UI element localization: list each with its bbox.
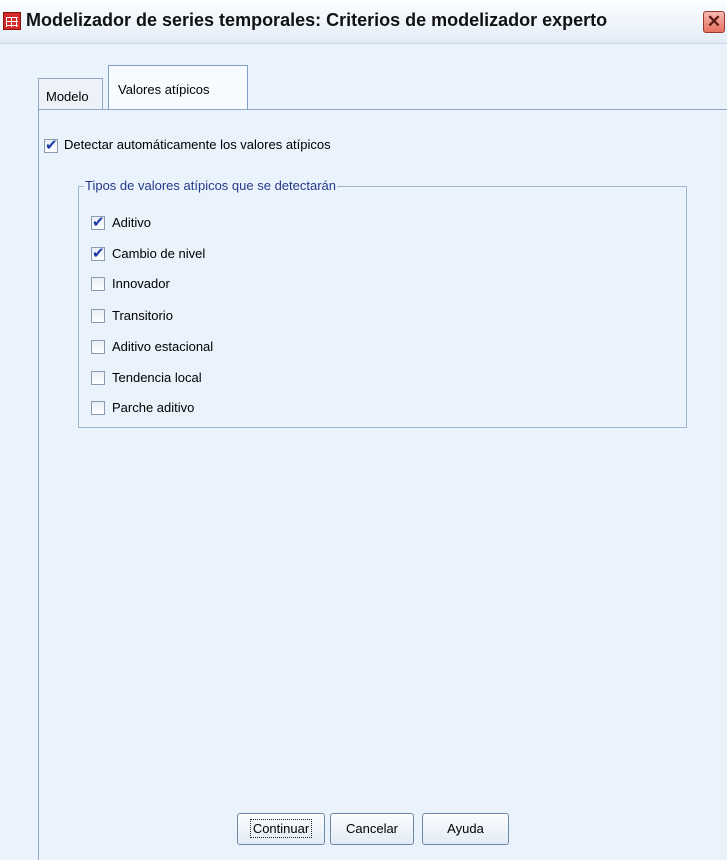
- tendencia-local-label: Tendencia local: [112, 370, 202, 385]
- continuar-button[interactable]: Continuar: [237, 813, 325, 845]
- close-button[interactable]: ✕: [703, 11, 725, 33]
- outlier-types-legend: Tipos de valores atípicos que se detecta…: [84, 178, 337, 193]
- cancelar-button[interactable]: Cancelar: [330, 813, 414, 845]
- detect-outliers-label: Detectar automáticamente los valores atí…: [64, 137, 331, 152]
- transitorio-label: Transitorio: [112, 308, 173, 323]
- aditivo-label: Aditivo: [112, 215, 152, 230]
- parche-aditivo-checkbox[interactable]: [91, 401, 105, 415]
- continuar-label: Continuar: [249, 819, 313, 838]
- tab-valores-atipicos-label: Valores atípicos: [118, 82, 210, 97]
- tab-valores-atipicos[interactable]: Valores atípicos: [108, 65, 248, 110]
- spss-table-icon: [3, 12, 21, 30]
- tendencia-local-checkbox[interactable]: [91, 371, 105, 385]
- detect-outliers-checkbox[interactable]: [44, 136, 58, 154]
- aditivo-estacional-checkbox[interactable]: [91, 340, 105, 354]
- innovador-label: Innovador: [112, 276, 170, 291]
- tab-modelo[interactable]: Modelo: [38, 78, 103, 109]
- aditivo-estacional-label: Aditivo estacional: [112, 339, 214, 354]
- window-title: Modelizador de series temporales: Criter…: [26, 10, 608, 30]
- cancelar-label: Cancelar: [345, 821, 399, 836]
- transitorio-checkbox[interactable]: [91, 309, 105, 323]
- innovador-checkbox[interactable]: [91, 277, 105, 291]
- outlier-types-group: [78, 186, 687, 428]
- title-bar: Modelizador de series temporales: Criter…: [0, 0, 727, 44]
- cambio-de-nivel-label: Cambio de nivel: [112, 246, 206, 261]
- cambio-de-nivel-checkbox[interactable]: [91, 244, 105, 262]
- close-icon: ✕: [706, 12, 722, 31]
- aditivo-checkbox[interactable]: [91, 213, 105, 231]
- ayuda-label: Ayuda: [447, 821, 484, 836]
- ayuda-button[interactable]: Ayuda: [422, 813, 509, 845]
- parche-aditivo-label: Parche aditivo: [112, 400, 195, 415]
- tab-modelo-label: Modelo: [46, 89, 89, 104]
